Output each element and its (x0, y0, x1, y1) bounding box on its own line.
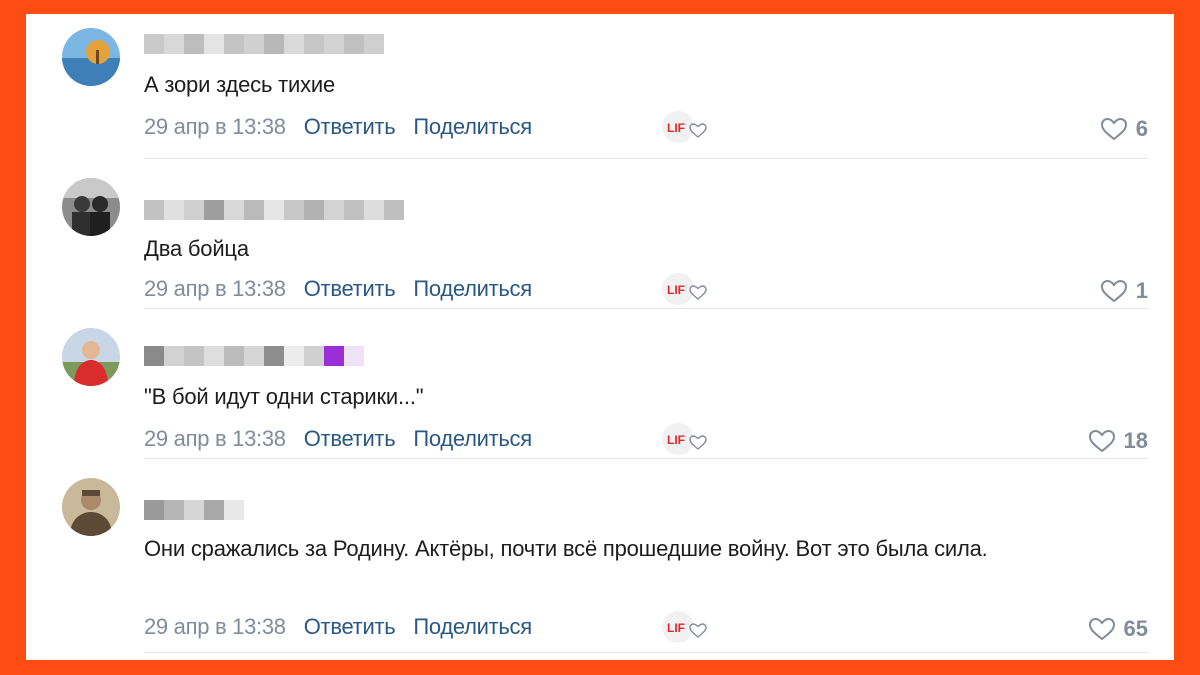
like-count: 65 (1123, 616, 1148, 641)
like-count: 18 (1123, 428, 1148, 453)
share-button[interactable]: Поделиться (413, 114, 532, 140)
comment-date[interactable]: 29 апр в 13:38 (144, 114, 286, 140)
comment-text: Два бойца (144, 236, 249, 261)
comment-meta: 29 апр в 13:38 Ответить Поделиться (144, 424, 532, 454)
reply-button[interactable]: Ответить (304, 614, 396, 640)
like-button[interactable]: 65 (1088, 614, 1148, 644)
avatar-image (62, 478, 120, 536)
comment-meta: 29 апр в 13:38 Ответить Поделиться (144, 112, 532, 142)
avatar-image (62, 178, 120, 236)
reply-button[interactable]: Ответить (304, 426, 396, 452)
author-name-blurred[interactable] (144, 200, 404, 220)
author-name-blurred[interactable] (144, 34, 384, 54)
avatar-image (62, 28, 120, 86)
avatar[interactable] (62, 478, 120, 536)
avatar-image (62, 328, 120, 386)
heart-icon (1088, 429, 1115, 453)
reaction-label: LIF (667, 283, 685, 297)
divider (144, 308, 1148, 309)
comment-text: Они сражались за Родину. Актёры, почти в… (144, 536, 988, 561)
comments-panel: А зори здесь тихие 29 апр в 13:38 Ответи… (26, 14, 1174, 660)
author-name-blurred[interactable] (144, 346, 364, 366)
avatar[interactable] (62, 328, 120, 386)
reactions-icon[interactable]: LIF (662, 608, 712, 646)
comment-meta: 29 апр в 13:38 Ответить Поделиться (144, 612, 532, 642)
avatar[interactable] (62, 178, 120, 236)
divider (144, 458, 1148, 459)
like-button[interactable]: 6 (1100, 114, 1148, 144)
reply-button[interactable]: Ответить (304, 276, 396, 302)
reactions-icon[interactable]: LIF (662, 420, 712, 458)
reaction-label: LIF (667, 433, 685, 447)
avatar[interactable] (62, 28, 120, 86)
divider (144, 652, 1148, 653)
heart-icon (1088, 617, 1115, 641)
like-button[interactable]: 1 (1100, 276, 1148, 306)
comment-text: "В бой идут одни старики..." (144, 384, 424, 409)
divider (144, 158, 1148, 159)
like-button[interactable]: 18 (1088, 426, 1148, 456)
like-count: 1 (1135, 278, 1148, 303)
heart-icon (1100, 117, 1127, 141)
share-button[interactable]: Поделиться (413, 614, 532, 640)
comment-date[interactable]: 29 апр в 13:38 (144, 276, 286, 302)
reactions-icon[interactable]: LIF (662, 270, 712, 308)
reaction-label: LIF (667, 621, 685, 635)
reply-button[interactable]: Ответить (304, 114, 396, 140)
heart-icon (1100, 279, 1127, 303)
share-button[interactable]: Поделиться (413, 276, 532, 302)
like-count: 6 (1135, 116, 1148, 141)
share-button[interactable]: Поделиться (413, 426, 532, 452)
comment-date[interactable]: 29 апр в 13:38 (144, 426, 286, 452)
reactions-icon[interactable]: LIF (662, 108, 712, 146)
comment-text: А зори здесь тихие (144, 72, 336, 97)
comment-date[interactable]: 29 апр в 13:38 (144, 614, 286, 640)
comment-meta: 29 апр в 13:38 Ответить Поделиться (144, 274, 532, 304)
author-name-blurred[interactable] (144, 500, 244, 520)
reaction-label: LIF (667, 121, 685, 135)
